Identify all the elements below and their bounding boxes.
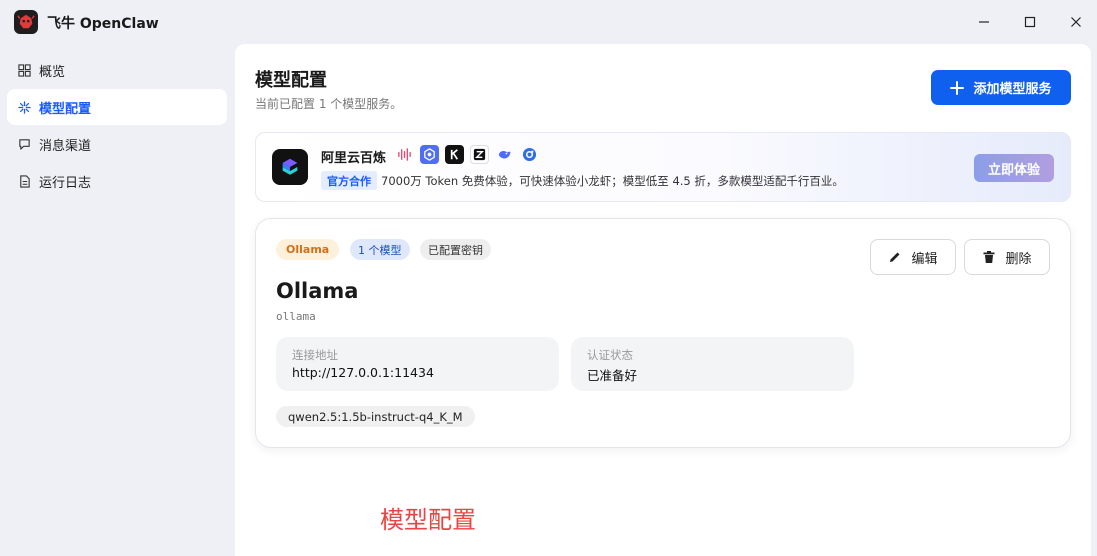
endpoint-label: 连接地址 [292,348,338,362]
maximize-button[interactable] [1015,8,1045,36]
app-window: 飞牛 OpenClaw 概览 模型配置 消息渠道 运行日志 模型配置 当前已配置… [0,0,1097,556]
maximize-icon [1024,16,1036,28]
model-count-badge: 1 个模型 [350,239,410,260]
sidebar-item-model-config[interactable]: 模型配置 [7,89,227,125]
sidebar-item-label: 运行日志 [39,175,92,191]
add-model-service-label: 添加模型服务 [973,82,1052,97]
brand-icons [395,145,539,164]
deepseek-icon [495,145,514,164]
plus-icon [950,80,965,95]
auth-status-box: 认证状态 已准备好 [571,337,854,391]
sidebar: 概览 模型配置 消息渠道 运行日志 [0,44,235,556]
trash-icon [983,251,995,263]
pencil-icon [890,252,900,262]
overlay-caption: 模型配置 [380,507,476,534]
document-icon [17,174,31,188]
close-icon [1071,17,1081,27]
edit-label: 编辑 [911,251,938,267]
minimax-icon [520,145,539,164]
provider-badge: Ollama [276,239,340,260]
add-model-service-button[interactable]: 添加模型服务 [931,70,1071,105]
window-title: 飞牛 OpenClaw [47,16,159,32]
provider-slug: ollama [276,310,316,323]
chat-icon [17,137,31,151]
sidebar-item-label: 模型配置 [39,101,92,117]
model-chip: qwen2.5:1.5b-instruct-q4_K_M [276,406,475,427]
banner-description: 7000万 Token 免费体验，可快速体验小龙虾；模型低至 4.5 折，多款模… [381,174,844,188]
minimize-icon [979,21,989,23]
sidebar-item-channels[interactable]: 消息渠道 [7,126,227,162]
provider-card: Ollama 1 个模型 已配置密钥 编辑 删除 Ollama ollama 连… [255,218,1071,448]
bailian-logo-icon [272,149,308,185]
endpoint-box: 连接地址 http://127.0.0.1:11434 [276,337,559,391]
endpoint-value: http://127.0.0.1:11434 [292,365,434,380]
auth-status-value: 已准备好 [587,368,638,383]
promo-banner: 阿里云百炼 官方合作 7000万 Token 免费体验，可快速体验小龙虾；模型低… [255,132,1071,202]
try-now-button[interactable]: 立即体验 [974,154,1054,182]
edit-button[interactable]: 编辑 [870,239,956,275]
minimize-button[interactable] [969,8,999,36]
sidebar-item-logs[interactable]: 运行日志 [7,163,227,199]
banner-title: 阿里云百炼 [321,151,387,166]
zhipu-icon [470,145,489,164]
qwen-icon [420,145,439,164]
main-panel: 模型配置 当前已配置 1 个模型服务。 添加模型服务 阿里云百炼 官方合作 70… [235,44,1091,556]
title-bar: 飞牛 OpenClaw [0,0,1097,44]
official-partner-tag: 官方合作 [321,171,377,190]
sidebar-item-overview[interactable]: 概览 [7,52,227,88]
sidebar-item-label: 概览 [39,64,66,80]
grid-icon [17,63,31,77]
close-button[interactable] [1061,8,1091,36]
app-logo-icon [14,10,38,34]
provider-name: Ollama [276,279,359,303]
asterisk-icon [17,100,31,114]
page-subtitle: 当前已配置 1 个模型服务。 [255,97,403,111]
sidebar-item-label: 消息渠道 [39,138,92,154]
delete-label: 删除 [1005,251,1032,267]
waveform-icon [395,145,414,164]
kimi-icon [445,145,464,164]
key-configured-badge: 已配置密钥 [420,239,491,260]
page-title: 模型配置 [255,70,327,91]
auth-status-label: 认证状态 [587,348,633,362]
delete-button[interactable]: 删除 [964,239,1050,275]
